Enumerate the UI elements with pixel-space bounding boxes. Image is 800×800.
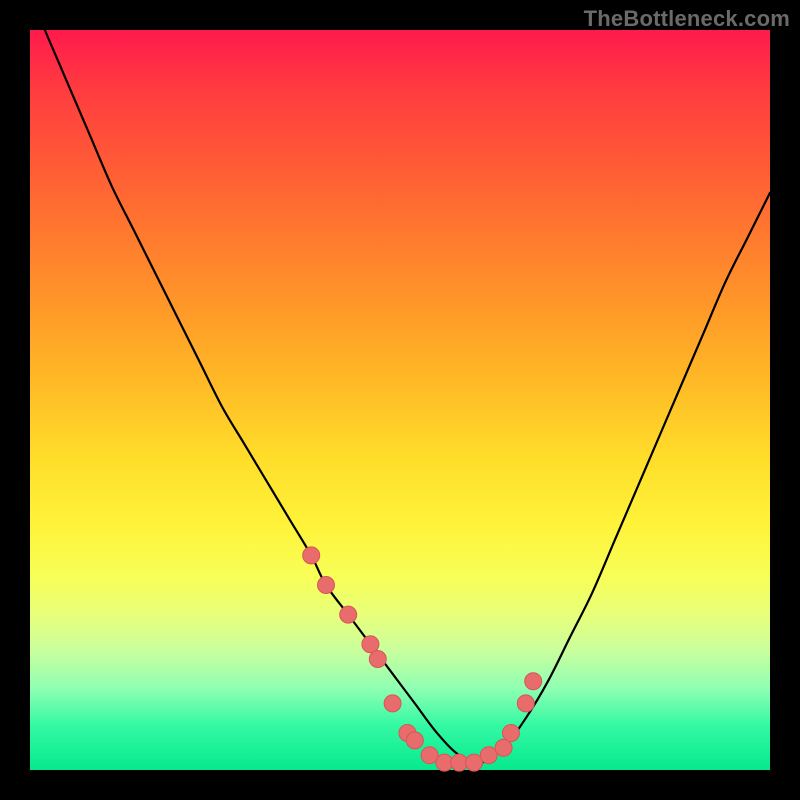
plot-svg	[30, 30, 770, 770]
marker-group	[303, 547, 542, 771]
chart-frame	[30, 30, 770, 770]
curve-marker	[369, 651, 386, 668]
curve-marker	[340, 606, 357, 623]
curve-marker	[503, 725, 520, 742]
curve-marker	[318, 577, 335, 594]
curve-marker	[517, 695, 534, 712]
curve-marker	[384, 695, 401, 712]
curve-marker	[303, 547, 320, 564]
watermark-text: TheBottleneck.com	[584, 6, 790, 32]
curve-marker	[406, 732, 423, 749]
curve-marker	[525, 673, 542, 690]
bottleneck-curve	[45, 30, 770, 763]
